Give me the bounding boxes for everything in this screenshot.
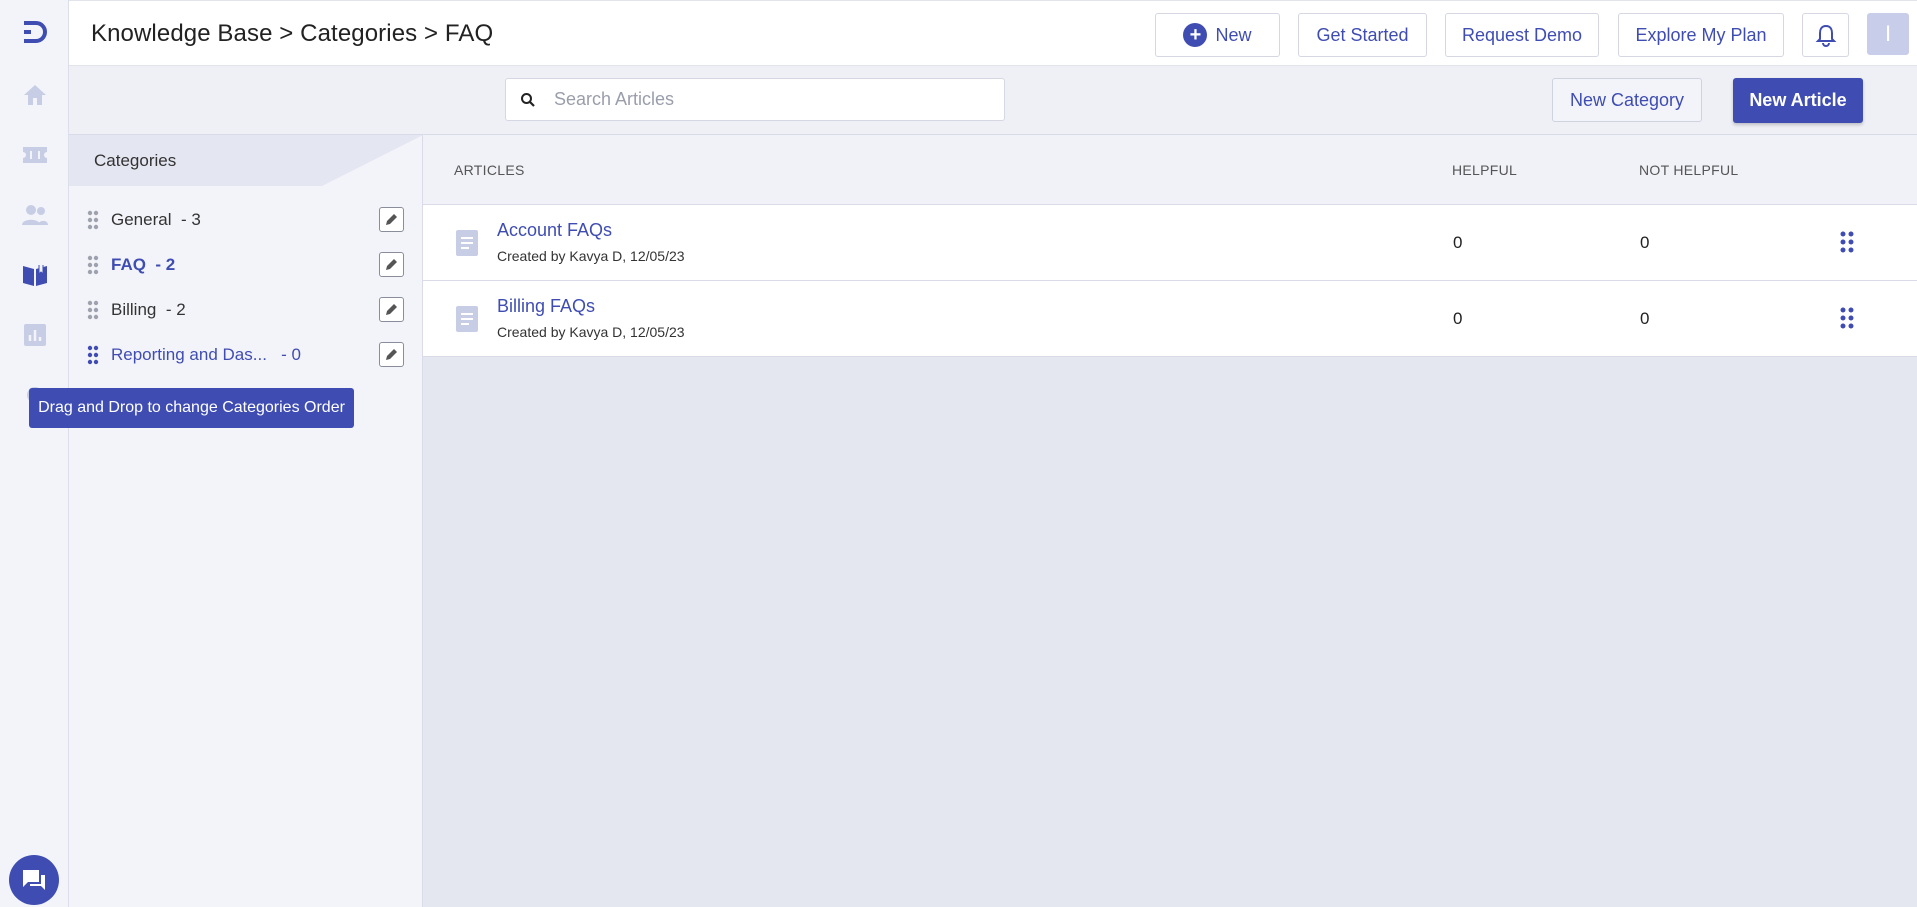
drag-handle-icon[interactable]	[87, 345, 99, 365]
article-title-link[interactable]: Billing FAQs	[497, 296, 595, 317]
category-label: Billing - 2	[111, 300, 186, 319]
get-started-button[interactable]: Get Started	[1298, 13, 1427, 57]
ticket-icon[interactable]	[20, 140, 50, 170]
table-row[interactable]: Account FAQs Created by Kavya D, 12/05/2…	[423, 205, 1917, 281]
reports-icon[interactable]	[20, 320, 50, 350]
knowledge-base-icon[interactable]	[20, 260, 50, 290]
contacts-icon[interactable]	[20, 200, 50, 230]
avatar[interactable]: I	[1867, 13, 1909, 55]
plus-icon: +	[1183, 23, 1208, 47]
category-label: Reporting and Das... - 0	[111, 345, 301, 364]
new-button-label: New	[1215, 24, 1252, 45]
document-icon	[456, 306, 478, 332]
search-icon	[521, 93, 535, 107]
drag-drop-tooltip: Drag and Drop to change Categories Order	[29, 388, 354, 428]
column-header-helpful: HELPFUL	[1452, 162, 1518, 178]
categories-header: Categories	[69, 135, 423, 186]
edit-category-button[interactable]	[379, 342, 404, 367]
articles-toolbar: New Category New Article	[69, 66, 1917, 135]
document-icon	[456, 230, 478, 256]
helpful-count: 0	[1453, 309, 1463, 328]
breadcrumb: Knowledge Base > Categories > FAQ	[91, 20, 494, 47]
search-box[interactable]	[505, 78, 1005, 121]
category-label: FAQ - 2	[111, 255, 176, 274]
article-meta: Created by Kavya D, 12/05/23	[497, 248, 685, 264]
top-header: Knowledge Base > Categories > FAQ + New …	[69, 0, 1917, 66]
table-row[interactable]: Billing FAQs Created by Kavya D, 12/05/2…	[423, 281, 1917, 357]
category-item-general[interactable]: General - 3	[69, 198, 423, 242]
edit-category-button[interactable]	[379, 207, 404, 232]
more-options-icon[interactable]	[1840, 307, 1854, 329]
category-label: General - 3	[111, 210, 201, 229]
article-title-link[interactable]: Account FAQs	[497, 220, 612, 241]
pencil-icon	[386, 259, 397, 270]
new-article-button[interactable]: New Article	[1733, 78, 1863, 123]
article-meta: Created by Kavya D, 12/05/23	[497, 324, 685, 340]
drag-handle-icon[interactable]	[87, 300, 99, 320]
not-helpful-count: 0	[1640, 233, 1650, 252]
explore-plan-button[interactable]: Explore My Plan	[1618, 13, 1784, 57]
pencil-icon	[386, 304, 397, 315]
column-header-not-helpful: NOT HELPFUL	[1639, 162, 1739, 178]
pencil-icon	[386, 214, 397, 225]
new-category-button[interactable]: New Category	[1552, 78, 1702, 122]
category-item-faq[interactable]: FAQ - 2	[69, 243, 423, 287]
edit-category-button[interactable]	[379, 297, 404, 322]
bell-icon	[1815, 24, 1836, 47]
category-item-reporting[interactable]: Reporting and Das... - 0	[69, 333, 423, 377]
category-item-billing[interactable]: Billing - 2	[69, 288, 423, 332]
categories-title: Categories	[94, 151, 177, 170]
categories-panel: Categories General - 3 FAQ - 2 Billing -…	[69, 135, 423, 907]
more-options-icon[interactable]	[1840, 231, 1854, 253]
drag-handle-icon[interactable]	[87, 210, 99, 230]
logo-icon[interactable]	[19, 16, 51, 48]
chat-icon[interactable]	[9, 855, 59, 905]
search-input[interactable]	[554, 79, 994, 120]
drag-handle-icon[interactable]	[87, 255, 99, 275]
articles-table: ARTICLES HELPFUL NOT HELPFUL Account FAQ…	[423, 135, 1917, 907]
left-nav-rail	[0, 0, 69, 907]
table-header: ARTICLES HELPFUL NOT HELPFUL	[423, 135, 1917, 205]
column-header-articles: ARTICLES	[454, 162, 525, 178]
not-helpful-count: 0	[1640, 309, 1650, 328]
helpful-count: 0	[1453, 233, 1463, 252]
edit-category-button[interactable]	[379, 252, 404, 277]
home-icon[interactable]	[20, 80, 50, 110]
notifications-button[interactable]	[1802, 13, 1849, 57]
new-button[interactable]: + New	[1155, 13, 1280, 57]
request-demo-button[interactable]: Request Demo	[1445, 13, 1599, 57]
pencil-icon	[386, 349, 397, 360]
